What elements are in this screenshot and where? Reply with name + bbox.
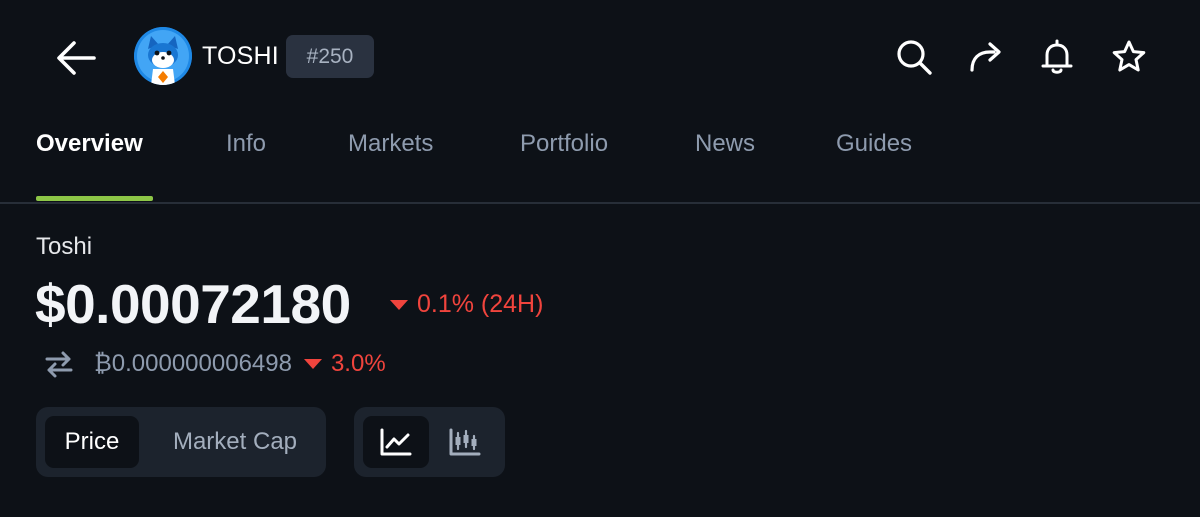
tab-bar: Overview Info Markets Portfolio News Gui…	[0, 116, 1200, 204]
search-button[interactable]	[891, 34, 937, 80]
tab-overview[interactable]: Overview	[36, 130, 143, 158]
favorite-button[interactable]	[1106, 34, 1152, 80]
active-tab-indicator	[36, 196, 153, 201]
tab-markets[interactable]: Markets	[348, 130, 433, 158]
btc-price: ₿0.000000006498	[94, 350, 292, 377]
share-button[interactable]	[963, 34, 1009, 80]
star-icon	[1112, 40, 1146, 72]
back-button[interactable]	[50, 32, 102, 84]
coin-detail-screen: TOSHI #250 Overview Info Markets Portfol…	[0, 0, 1200, 517]
candlestick-chart-icon	[449, 428, 481, 456]
price-change-24h-value: 0.1% (24H)	[417, 290, 544, 318]
back-arrow-icon	[57, 41, 96, 75]
candlestick-chart-button[interactable]	[434, 416, 496, 468]
coin-name: Toshi	[36, 233, 93, 260]
line-chart-icon	[380, 428, 412, 456]
down-triangle-icon	[303, 359, 322, 369]
price-toggle-button[interactable]: Price	[45, 416, 139, 468]
bell-icon	[1041, 39, 1073, 74]
coin-symbol: TOSHI	[202, 42, 279, 70]
btc-price-change-value: 3.0%	[330, 350, 386, 377]
current-price: $0.00072180	[35, 273, 351, 335]
tab-news[interactable]: News	[695, 130, 755, 158]
btc-price-row: ₿0.000000006498 3.0%	[42, 346, 386, 382]
tab-info[interactable]: Info	[226, 130, 266, 158]
btc-price-change: 3.0%	[303, 350, 386, 378]
price-change-24h: 0.1% (24H)	[390, 290, 543, 319]
swap-currency-button[interactable]	[42, 347, 76, 381]
line-chart-button[interactable]	[363, 416, 429, 468]
rank-badge: #250	[286, 35, 374, 78]
tab-portfolio[interactable]: Portfolio	[520, 130, 608, 158]
metric-toggle: Price Market Cap	[36, 407, 326, 477]
market-cap-toggle-button[interactable]: Market Cap	[149, 416, 321, 468]
swap-arrows-icon	[45, 351, 73, 378]
coin-logo	[134, 27, 192, 85]
alert-button[interactable]	[1034, 34, 1080, 80]
down-triangle-icon	[390, 299, 408, 310]
share-icon	[970, 42, 1001, 72]
tab-guides[interactable]: Guides	[836, 130, 912, 158]
header-bar: TOSHI #250	[0, 0, 1200, 116]
chart-type-toggle	[354, 407, 505, 477]
search-icon	[897, 40, 932, 75]
